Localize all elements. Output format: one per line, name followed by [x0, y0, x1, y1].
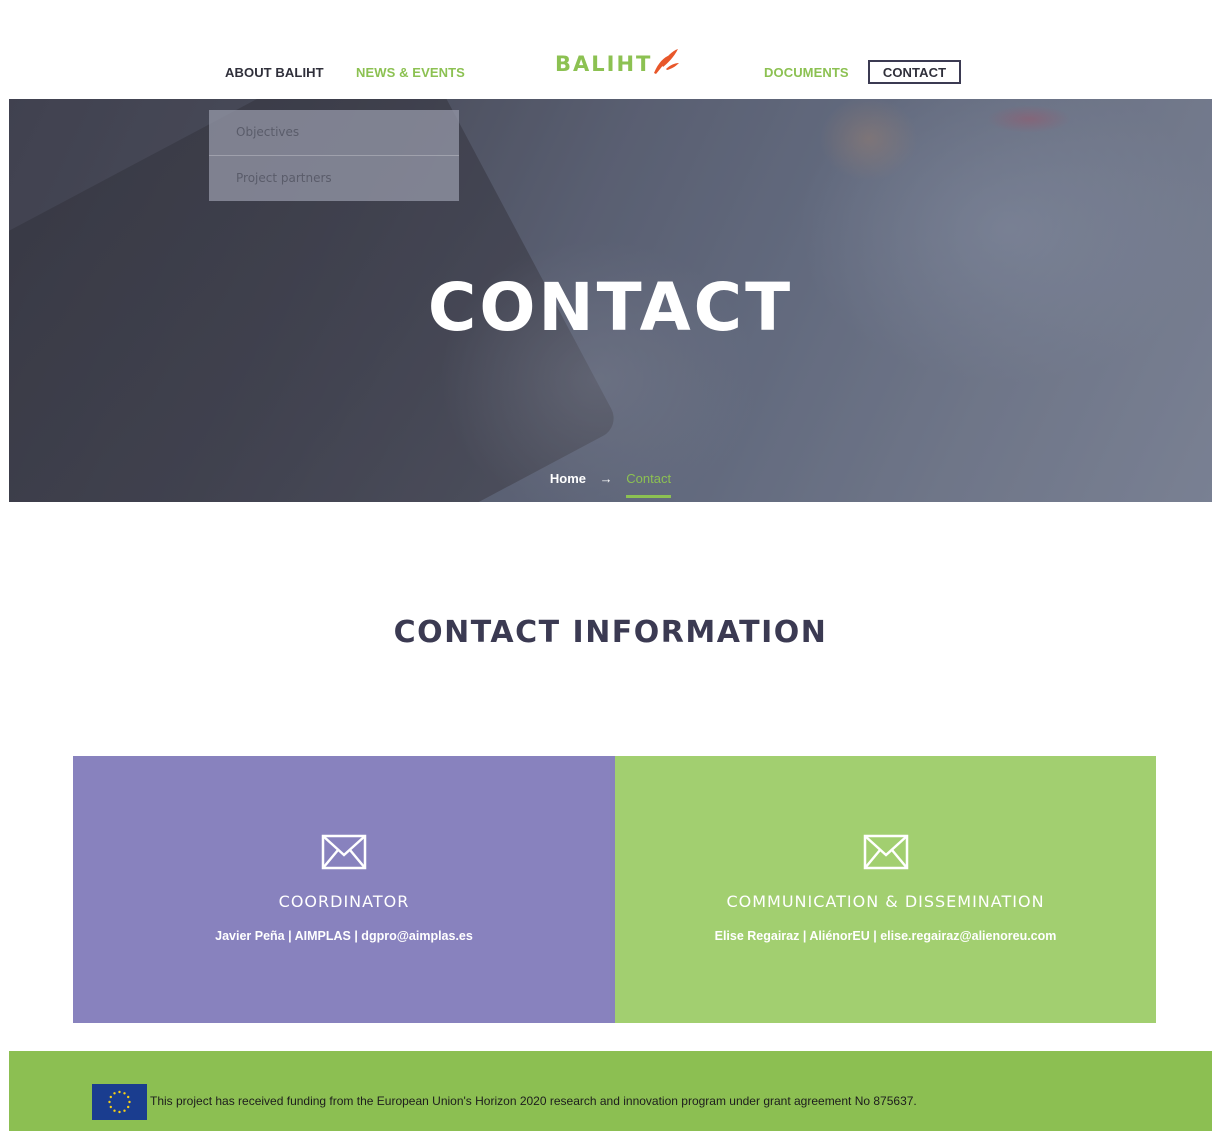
nav-about-baliht[interactable]: ABOUT BALIHT — [225, 65, 324, 80]
mail-icon — [863, 834, 908, 870]
page: ABOUT BALIHT NEWS & EVENTS BALIHT DOCUME… — [9, 9, 1212, 1131]
leaf-logo-icon — [654, 49, 680, 74]
breadcrumb-home[interactable]: Home — [550, 471, 586, 486]
coordinator-card: COORDINATOR Javier Peña | AIMPLAS | dgpr… — [73, 756, 615, 1023]
arrow-right-icon: → — [599, 471, 613, 486]
mail-icon — [321, 834, 367, 870]
dropdown-item-objectives[interactable]: Objectives — [209, 110, 459, 155]
card-contact-text[interactable]: Javier Peña | AIMPLAS | dgpro@aimplas.es — [215, 929, 473, 943]
card-title: COORDINATOR — [278, 892, 410, 911]
eu-flag-icon — [92, 1084, 147, 1120]
dropdown-item-project-partners[interactable]: Project partners — [209, 155, 459, 200]
card-contact-text[interactable]: Elise Regairaz | AliénorEU | elise.regai… — [715, 929, 1057, 943]
about-dropdown-menu: Objectives Project partners — [209, 110, 459, 201]
communication-card: COMMUNICATION & DISSEMINATION Elise Rega… — [615, 756, 1156, 1023]
site-header: ABOUT BALIHT NEWS & EVENTS BALIHT DOCUME… — [9, 9, 1212, 99]
logo[interactable]: BALIHT — [555, 35, 680, 75]
breadcrumb: Home → Contact — [9, 471, 1212, 498]
site-footer: This project has received funding from t… — [9, 1051, 1212, 1131]
section-title: CONTACT INFORMATION — [393, 615, 828, 650]
breadcrumb-current: Contact — [626, 471, 672, 498]
nav-news-events[interactable]: NEWS & EVENTS — [356, 65, 465, 80]
funding-notice: This project has received funding from t… — [150, 1094, 917, 1108]
logo-text: BALIHT — [555, 52, 653, 76]
page-title: CONTACT — [427, 269, 794, 346]
nav-contact[interactable]: CONTACT — [868, 60, 961, 84]
hero-banner: CONTACT Home → Contact — [9, 99, 1212, 502]
nav-documents[interactable]: DOCUMENTS — [764, 65, 849, 80]
card-title: COMMUNICATION & DISSEMINATION — [726, 892, 1045, 911]
